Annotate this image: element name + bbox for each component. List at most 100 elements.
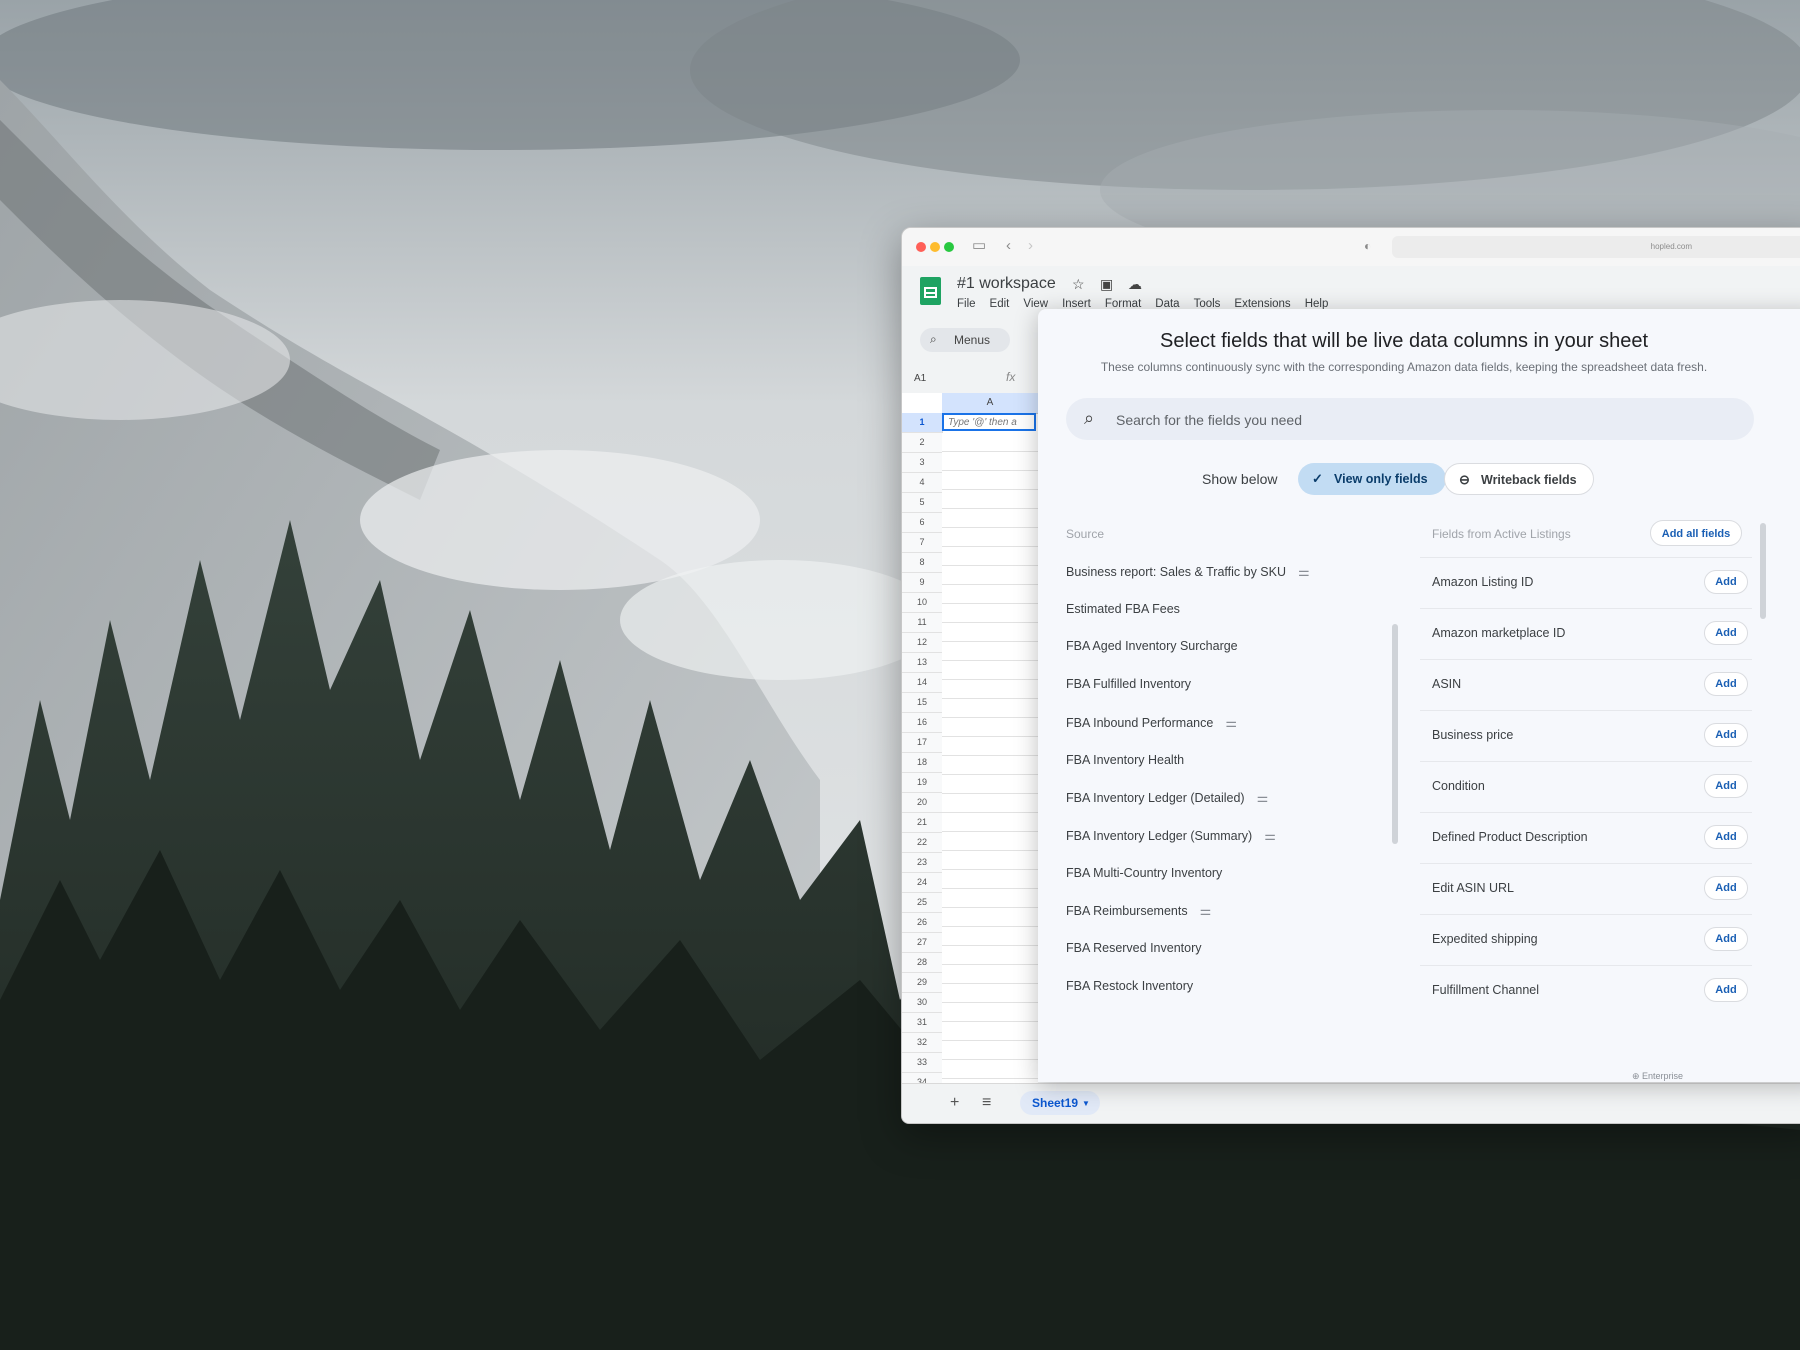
row-number[interactable]: 30 bbox=[902, 993, 942, 1013]
row-number[interactable]: 18 bbox=[902, 753, 942, 773]
row-number[interactable]: 4 bbox=[902, 473, 942, 493]
row-number[interactable]: 26 bbox=[902, 913, 942, 933]
add-field-button[interactable]: Add bbox=[1704, 621, 1748, 645]
tune-icon[interactable]: ⚌ bbox=[1225, 715, 1237, 730]
add-field-button[interactable]: Add bbox=[1704, 978, 1748, 1002]
privacy-shield-icon[interactable]: ◐ bbox=[1364, 236, 1371, 256]
source-item[interactable]: Business report: Sales & Traffic by SKU ⚌ bbox=[1066, 564, 1310, 580]
tune-icon[interactable]: ⚌ bbox=[1257, 790, 1269, 805]
field-name: Defined Product Description bbox=[1432, 830, 1588, 844]
menu-edit[interactable]: Edit bbox=[990, 298, 1010, 310]
writeback-label: Writeback fields bbox=[1481, 473, 1577, 487]
source-item[interactable]: FBA Restock Inventory bbox=[1066, 979, 1193, 993]
row-number[interactable]: 19 bbox=[902, 773, 942, 793]
row-number[interactable]: 7 bbox=[902, 533, 942, 553]
folder-icon[interactable]: ▣ bbox=[1100, 276, 1113, 293]
row-number[interactable]: 17 bbox=[902, 733, 942, 753]
add-field-button[interactable]: Add bbox=[1704, 570, 1748, 594]
source-item[interactable]: FBA Aged Inventory Surcharge bbox=[1066, 639, 1238, 653]
all-sheets-icon[interactable]: ≡ bbox=[982, 1094, 991, 1112]
row-number[interactable]: 15 bbox=[902, 693, 942, 713]
source-item[interactable]: FBA Inventory Ledger (Detailed) ⚌ bbox=[1066, 790, 1268, 806]
row-number[interactable]: 27 bbox=[902, 933, 942, 953]
row-number[interactable]: 8 bbox=[902, 553, 942, 573]
row-number[interactable]: 33 bbox=[902, 1053, 942, 1073]
source-column-header: Source bbox=[1066, 527, 1105, 541]
add-field-button[interactable]: Add bbox=[1704, 927, 1748, 951]
cell-a1[interactable]: Type '@' then a bbox=[942, 413, 1036, 431]
fields-list-scrollbar[interactable] bbox=[1760, 523, 1766, 619]
menus-search-button[interactable]: ⌕ Menus bbox=[920, 328, 1010, 352]
row-number[interactable]: 10 bbox=[902, 593, 942, 613]
enterprise-badge: ⊕ Enterprise bbox=[1632, 1071, 1683, 1082]
row-number[interactable]: 3 bbox=[902, 453, 942, 473]
row-number[interactable]: 22 bbox=[902, 833, 942, 853]
add-field-button[interactable]: Add bbox=[1704, 825, 1748, 849]
row-number[interactable]: 21 bbox=[902, 813, 942, 833]
star-icon[interactable]: ☆ bbox=[1072, 276, 1085, 293]
source-item[interactable]: Estimated FBA Fees bbox=[1066, 602, 1180, 616]
source-item[interactable]: FBA Multi-Country Inventory bbox=[1066, 866, 1222, 880]
enterprise-icon: ⊕ bbox=[1632, 1071, 1643, 1081]
row-number[interactable]: 28 bbox=[902, 953, 942, 973]
row-number[interactable]: 24 bbox=[902, 873, 942, 893]
cloud-icon[interactable]: ☁ bbox=[1128, 276, 1142, 293]
row-number[interactable]: 25 bbox=[902, 893, 942, 913]
address-bar[interactable]: hopled.com bbox=[1392, 236, 1800, 258]
menu-file[interactable]: File bbox=[957, 298, 976, 310]
row-number[interactable]: 1 bbox=[902, 413, 942, 433]
source-list-scrollbar[interactable] bbox=[1392, 624, 1398, 844]
row-number[interactable]: 12 bbox=[902, 633, 942, 653]
source-item[interactable]: FBA Reserved Inventory bbox=[1066, 941, 1201, 955]
add-all-fields-button[interactable]: Add all fields bbox=[1650, 520, 1742, 546]
tune-icon[interactable]: ⚌ bbox=[1298, 564, 1310, 579]
row-number[interactable]: 29 bbox=[902, 973, 942, 993]
row-number[interactable]: 14 bbox=[902, 673, 942, 693]
add-field-button[interactable]: Add bbox=[1704, 774, 1748, 798]
row-number[interactable]: 11 bbox=[902, 613, 942, 633]
writeback-fields-toggle[interactable]: ⊖ Writeback fields bbox=[1444, 463, 1594, 495]
add-field-button[interactable]: Add bbox=[1704, 723, 1748, 747]
spreadsheet-grid[interactable]: A 1 2 3 4 5 6 7 8 9 10 11 12 13 14 15 16 17 18 19 20 21 22 23 2… bbox=[902, 393, 1038, 1113]
name-box[interactable]: A1 bbox=[914, 373, 926, 384]
row-number[interactable]: 2 bbox=[902, 433, 942, 453]
field-search-input[interactable] bbox=[1114, 407, 1718, 433]
document-title[interactable]: #1 workspace bbox=[957, 275, 1056, 293]
back-icon[interactable]: ‹ bbox=[1006, 236, 1011, 256]
field-row: ASIN Add bbox=[1420, 659, 1752, 710]
column-a-cells[interactable] bbox=[942, 433, 1038, 1083]
sidebar-toggle-icon[interactable]: ▭ bbox=[972, 236, 986, 256]
tune-icon[interactable]: ⚌ bbox=[1200, 903, 1212, 918]
row-number[interactable]: 32 bbox=[902, 1033, 942, 1053]
zoom-window-button[interactable] bbox=[944, 242, 954, 252]
tune-icon[interactable]: ⚌ bbox=[1264, 828, 1276, 843]
add-field-button[interactable]: Add bbox=[1704, 876, 1748, 900]
source-item[interactable]: FBA Inbound Performance ⚌ bbox=[1066, 715, 1237, 731]
row-number[interactable]: 5 bbox=[902, 493, 942, 513]
source-item[interactable]: FBA Inventory Ledger (Summary) ⚌ bbox=[1066, 828, 1276, 844]
field-name: Business price bbox=[1432, 728, 1514, 742]
source-item[interactable]: FBA Reimbursements ⚌ bbox=[1066, 903, 1211, 919]
view-only-fields-toggle[interactable]: ✓ View only fields bbox=[1298, 463, 1446, 495]
row-number[interactable]: 20 bbox=[902, 793, 942, 813]
minimize-window-button[interactable] bbox=[930, 242, 940, 252]
source-item[interactable]: FBA Fulfilled Inventory bbox=[1066, 677, 1191, 691]
sheet-tab[interactable]: Sheet19 ▼ bbox=[1020, 1091, 1100, 1115]
row-number[interactable]: 31 bbox=[902, 1013, 942, 1033]
row-number[interactable]: 16 bbox=[902, 713, 942, 733]
forward-icon[interactable]: › bbox=[1028, 236, 1033, 256]
close-window-button[interactable] bbox=[916, 242, 926, 252]
row-number[interactable]: 13 bbox=[902, 653, 942, 673]
enterprise-label: Enterprise bbox=[1642, 1071, 1684, 1081]
source-item-label: FBA Inventory Ledger (Detailed) bbox=[1066, 791, 1245, 806]
sheet-tab-label: Sheet19 bbox=[1032, 1096, 1079, 1110]
field-search-box[interactable]: ⌕ bbox=[1066, 398, 1754, 440]
column-header-a[interactable]: A bbox=[942, 393, 1038, 414]
row-number[interactable]: 23 bbox=[902, 853, 942, 873]
add-field-button[interactable]: Add bbox=[1704, 672, 1748, 696]
source-item[interactable]: FBA Inventory Health bbox=[1066, 753, 1184, 767]
add-sheet-icon[interactable]: + bbox=[950, 1094, 959, 1112]
row-number[interactable]: 6 bbox=[902, 513, 942, 533]
sheets-logo-icon[interactable] bbox=[920, 277, 941, 305]
row-number[interactable]: 9 bbox=[902, 573, 942, 593]
